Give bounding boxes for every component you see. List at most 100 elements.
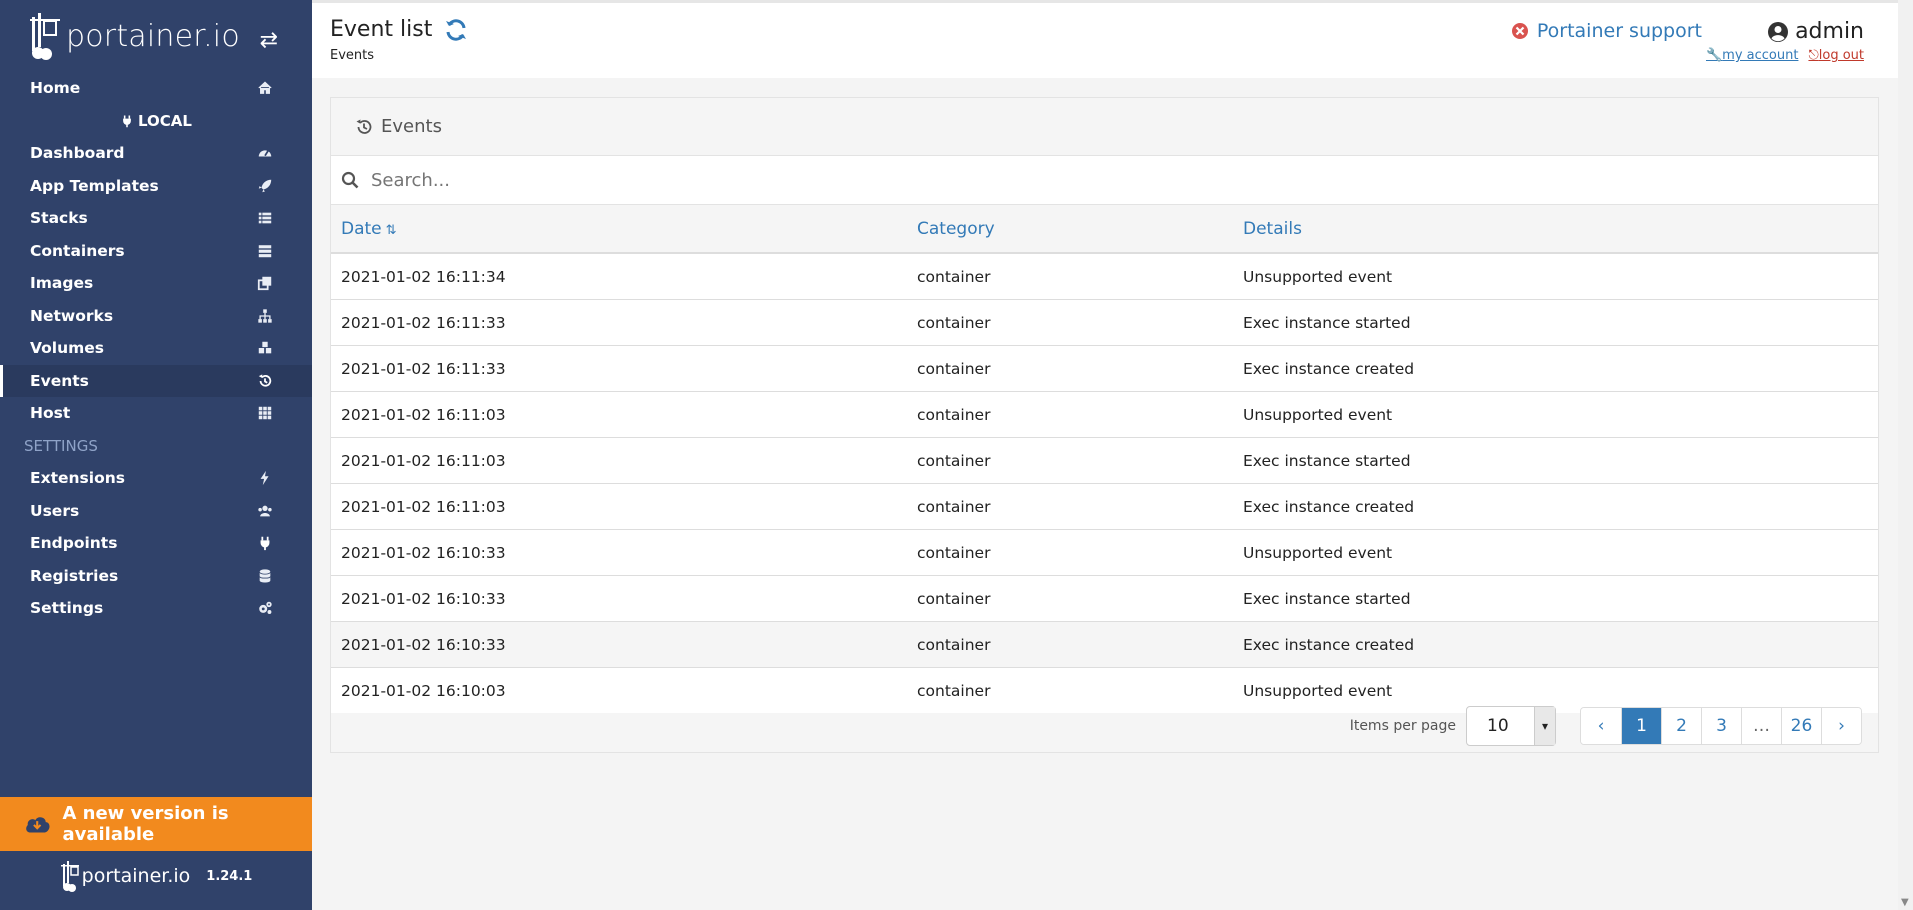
sidebar-item-registries[interactable]: Registries <box>0 560 312 593</box>
cell-details: Exec instance created <box>1233 345 1878 392</box>
cell-date: 2021-01-02 16:11:03 <box>331 483 907 530</box>
clone-icon <box>256 275 274 291</box>
home-icon <box>256 80 274 96</box>
chevron-down-icon: ▾ <box>1534 707 1555 745</box>
cell-date: 2021-01-02 16:10:33 <box>331 529 907 576</box>
sidebar-item-networks[interactable]: Networks <box>0 300 312 333</box>
prev-page-button[interactable]: ‹ <box>1581 708 1621 744</box>
cell-category: container <box>907 391 1233 438</box>
sidebar-item-label: Host <box>30 404 71 423</box>
items-per-page-select[interactable]: 10 ▾ <box>1466 706 1556 746</box>
scroll-down-icon[interactable]: ▼ <box>1901 897 1909 908</box>
table-row: 2021-01-02 16:10:33 container Exec instanc… <box>331 621 1878 668</box>
table-row: 2021-01-02 16:11:03 container Exec instanc… <box>331 437 1878 484</box>
support-label: Portainer support <box>1536 20 1702 42</box>
support-icon <box>1511 23 1528 39</box>
sidebar-item-volumes[interactable]: Volumes <box>0 332 312 365</box>
list-icon <box>256 210 274 226</box>
sidebar-item-label: Events <box>30 371 89 390</box>
table-row: 2021-01-02 16:11:33 container Exec instanc… <box>331 345 1878 392</box>
sidebar-item-endpoints[interactable]: Endpoints <box>0 527 312 560</box>
brand: portainer.io ⇄ <box>0 0 312 72</box>
sidebar-item-events[interactable]: Events <box>0 364 312 397</box>
cell-details: Exec instance started <box>1233 437 1878 484</box>
sidebar-item-stacks[interactable]: Stacks <box>0 202 312 235</box>
sidebar-item-label: Volumes <box>30 339 105 358</box>
cell-category: container <box>907 621 1233 668</box>
widget-title: Events <box>381 116 442 137</box>
table-header-row: Date ⇅ Category Details <box>331 205 1878 254</box>
sidebar-item-label: Settings <box>30 599 104 618</box>
cloud-download-icon <box>26 817 50 833</box>
breadcrumb: Events <box>330 48 375 63</box>
cell-details: Exec instance started <box>1233 575 1878 622</box>
sort-icon: ⇅ <box>385 222 397 238</box>
page-1-button[interactable]: 1 <box>1621 708 1661 744</box>
sidebar-item-label: Registries <box>30 566 119 585</box>
sidebar-item-host[interactable]: Host <box>0 397 312 430</box>
my-account-link[interactable]: 🔧my account <box>1706 48 1798 63</box>
sidebar-endpoint-local[interactable]: LOCAL <box>0 105 312 138</box>
sidebar-item-label: SETTINGS <box>24 436 98 455</box>
portainer-support-link[interactable]: Portainer support <box>1511 20 1702 42</box>
sidebar-item-label: Stacks <box>30 209 88 228</box>
search-input[interactable] <box>369 168 1773 192</box>
cell-details: Unsupported event <box>1233 252 1878 300</box>
cell-category: container <box>907 575 1233 622</box>
pagination-bar: Items per page 10 ▾ ‹ 1 2 3… 26 › <box>1350 706 1862 746</box>
cell-category: container <box>907 437 1233 484</box>
portainer-logo[interactable]: portainer.io <box>28 11 240 61</box>
sidebar-item-settings[interactable]: Settings <box>0 592 312 625</box>
sidebar-item-label: Networks <box>30 306 114 325</box>
cell-date: 2021-01-02 16:10:03 <box>331 667 907 713</box>
username: admin <box>1795 19 1864 44</box>
sidebar-item-users[interactable]: Users <box>0 495 312 528</box>
search-icon <box>341 171 359 189</box>
page-2-button[interactable]: 2 <box>1661 708 1701 744</box>
sitemap-icon <box>256 308 274 324</box>
sidebar-item-home[interactable]: Home <box>0 72 312 105</box>
database-icon <box>256 568 274 584</box>
toggle-sidebar-icon[interactable]: ⇄ <box>260 28 278 53</box>
update-banner-text: A new version is available <box>62 803 229 845</box>
cell-category: container <box>907 483 1233 530</box>
sidebar-item-label: Endpoints <box>30 534 118 553</box>
refresh-icon[interactable] <box>444 18 468 42</box>
page-title: Event list <box>330 17 468 42</box>
next-page-button[interactable]: › <box>1821 708 1861 744</box>
th-icon <box>256 405 274 421</box>
sidebar-item-label: App Templates <box>30 176 159 195</box>
update-banner[interactable]: A new version is available <box>0 797 312 851</box>
sidebar-item-app-templates[interactable]: App Templates <box>0 170 312 203</box>
page-ellipsis: … <box>1741 708 1781 744</box>
table-row: 2021-01-02 16:11:33 container Exec instanc… <box>331 299 1878 346</box>
log-out-link[interactable]: ⎋log out <box>1808 48 1864 63</box>
cell-date: 2021-01-02 16:11:03 <box>331 391 907 438</box>
page-scrollbar[interactable]: ▼ <box>1898 0 1913 910</box>
crane-logo-icon <box>30 13 60 60</box>
rocket-icon <box>256 178 274 194</box>
table-row: 2021-01-02 16:11:03 container Unsupported … <box>331 391 1878 438</box>
cell-date: 2021-01-02 16:10:33 <box>331 575 907 622</box>
sidebar-item-images[interactable]: Images <box>0 267 312 300</box>
sidebar-item-containers[interactable]: Containers <box>0 235 312 268</box>
page-26-button[interactable]: 26 <box>1781 708 1821 744</box>
sidebar-item-dashboard[interactable]: Dashboard <box>0 137 312 170</box>
events-table: Date ⇅ Category Details 2021-01-02 16:11:… <box>331 205 1878 713</box>
table-row: 2021-01-02 16:11:34 container Unsupported … <box>331 252 1878 300</box>
user-circle-icon <box>1768 21 1789 42</box>
table-body: 2021-01-02 16:11:34 container Unsupported … <box>331 252 1878 713</box>
column-header-date[interactable]: Date ⇅ <box>331 205 907 254</box>
column-header-category[interactable]: Category <box>907 205 1233 254</box>
cell-category: container <box>907 252 1233 300</box>
sidebar: portainer.io ⇄ Home LOCAL Dashboard App Tem… <box>0 0 312 910</box>
sidebar-item-extensions[interactable]: Extensions <box>0 462 312 495</box>
table-row: 2021-01-02 16:10:33 container Exec instanc… <box>331 575 1878 622</box>
cell-category: container <box>907 299 1233 346</box>
page-3-button[interactable]: 3 <box>1701 708 1741 744</box>
column-header-details[interactable]: Details <box>1233 205 1878 254</box>
page-title-text: Event list <box>330 17 433 42</box>
footer-brand: portainer.io <box>81 865 191 887</box>
items-per-page-value: 10 <box>1487 716 1509 736</box>
plug-icon <box>120 113 134 129</box>
